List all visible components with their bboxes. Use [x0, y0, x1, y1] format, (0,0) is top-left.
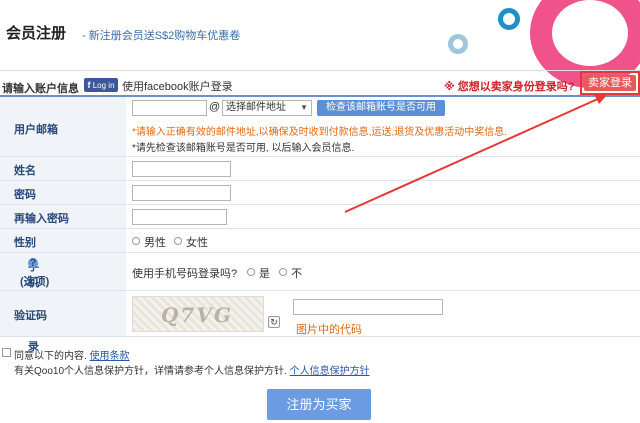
phone-login-no-radio[interactable] — [279, 268, 287, 276]
name-row: 姓名 — [0, 157, 640, 181]
password-confirm-input[interactable] — [132, 209, 227, 225]
promo-subtitle: - 新注册会员送S$2购物车优惠卷 — [82, 30, 241, 42]
privacy-text: 有关Qoo10个人信息保护方针，详情请参考个人信息保护方针. 个人信息保护方针 — [14, 362, 370, 377]
decorative-ring-icon — [498, 8, 520, 30]
privacy-link[interactable]: 个人信息保护方针 — [290, 366, 370, 377]
register-buyer-button[interactable]: 注册为买家 — [267, 389, 371, 420]
captcha-hint: 图片中的代码 — [296, 324, 362, 336]
decorative-ring-icon — [448, 34, 468, 54]
captcha-image-text: Q7VG — [161, 303, 233, 327]
email-domain-value: 选择邮件地址 — [226, 102, 286, 113]
agree-label: 同意以下的内容. — [14, 351, 90, 362]
facebook-login-text: 使用facebook账户登录 — [122, 81, 233, 93]
password-row: 密码 — [0, 181, 640, 205]
gender-row: 性别 男性 女性 — [0, 229, 640, 253]
captcha-label: 验证码 — [14, 310, 47, 322]
gender-female-radio[interactable] — [174, 237, 182, 245]
phone-login-row: 手机号码登录 ? (选项) 使用手机号码登录吗? 是 不 — [0, 253, 640, 353]
captcha-row: 验证码 图片中的代码 — [0, 291, 640, 337]
account-info-label: 请输入账户信息 — [2, 83, 79, 95]
name-label-cell: 姓名 — [0, 157, 126, 180]
password-confirm-label: 再输入密码 — [14, 213, 69, 225]
email-row: 用户邮箱 @ 选择邮件地址 ▼ 检查该邮箱账号是否可用 *请输入正确有效的邮件地… — [0, 97, 640, 157]
password-confirm-row: 再输入密码 — [0, 205, 640, 229]
email-domain-select[interactable]: 选择邮件地址 ▼ — [222, 100, 312, 116]
gender-male-label: 男性 — [144, 237, 166, 249]
captcha-input[interactable] — [293, 299, 443, 315]
password-label: 密码 — [14, 189, 36, 201]
name-label: 姓名 — [14, 165, 36, 177]
phone-login-yes-label: 是 — [259, 268, 270, 280]
password-input[interactable] — [132, 185, 231, 201]
seller-login-button[interactable]: 卖家登录 — [584, 75, 636, 91]
email-local-input[interactable] — [132, 100, 207, 116]
email-note-1: *请输入正确有效的邮件地址,以确保及时收到付款信息,运送,退货及优惠活动中奖信息… — [132, 127, 508, 138]
email-note-2: *请先检查该邮箱账号是否可用, 以后输入会员信息. — [132, 143, 355, 154]
agree-text: 同意以下的内容. 使用条款 — [14, 347, 130, 362]
privacy-label: 有关Qoo10个人信息保护方针，详情请参考个人信息保护方针. — [14, 366, 290, 377]
gender-female-label: 女性 — [186, 237, 208, 249]
gender-label: 性别 — [14, 237, 36, 249]
email-label: 用户邮箱 — [14, 124, 58, 136]
chevron-down-icon: ▼ — [300, 103, 308, 112]
password-confirm-label-cell: 再输入密码 — [0, 205, 126, 228]
phone-login-optional: (选项) — [20, 276, 50, 288]
password-label-cell: 密码 — [0, 181, 126, 204]
gender-label-cell: 性别 — [0, 229, 126, 252]
phone-login-question: 使用手机号码登录吗? — [132, 268, 238, 280]
seller-question: ※ 您想以卖家身份登录吗? — [444, 81, 575, 93]
help-icon[interactable]: ? — [28, 258, 38, 269]
phone-login-label-cell: 手机号码登录 ? (选项) — [0, 253, 126, 353]
email-label-cell: 用户邮箱 — [0, 97, 126, 156]
refresh-icon[interactable]: ↻ — [268, 316, 280, 328]
captcha-label-cell: 验证码 — [0, 291, 126, 336]
divider — [0, 70, 640, 71]
check-email-button[interactable]: 检查该邮箱账号是否可用 — [317, 100, 445, 116]
agree-checkbox[interactable] — [2, 348, 11, 357]
page-title: 会员注册 — [6, 25, 67, 42]
facebook-login-button[interactable]: f Log in — [84, 78, 118, 92]
terms-link[interactable]: 使用条款 — [90, 351, 130, 362]
name-input[interactable] — [132, 161, 231, 177]
gender-male-radio[interactable] — [132, 237, 140, 245]
at-sign: @ — [209, 101, 221, 113]
page-header: 会员注册 - 新注册会员送S$2购物车优惠卷 — [0, 0, 640, 88]
facebook-icon: f — [87, 80, 91, 90]
facebook-badge-text: Log in — [92, 81, 115, 90]
captcha-image: Q7VG — [132, 296, 264, 332]
phone-login-no-label: 不 — [291, 268, 302, 280]
phone-login-yes-radio[interactable] — [247, 268, 255, 276]
logo-inner — [560, 10, 610, 56]
